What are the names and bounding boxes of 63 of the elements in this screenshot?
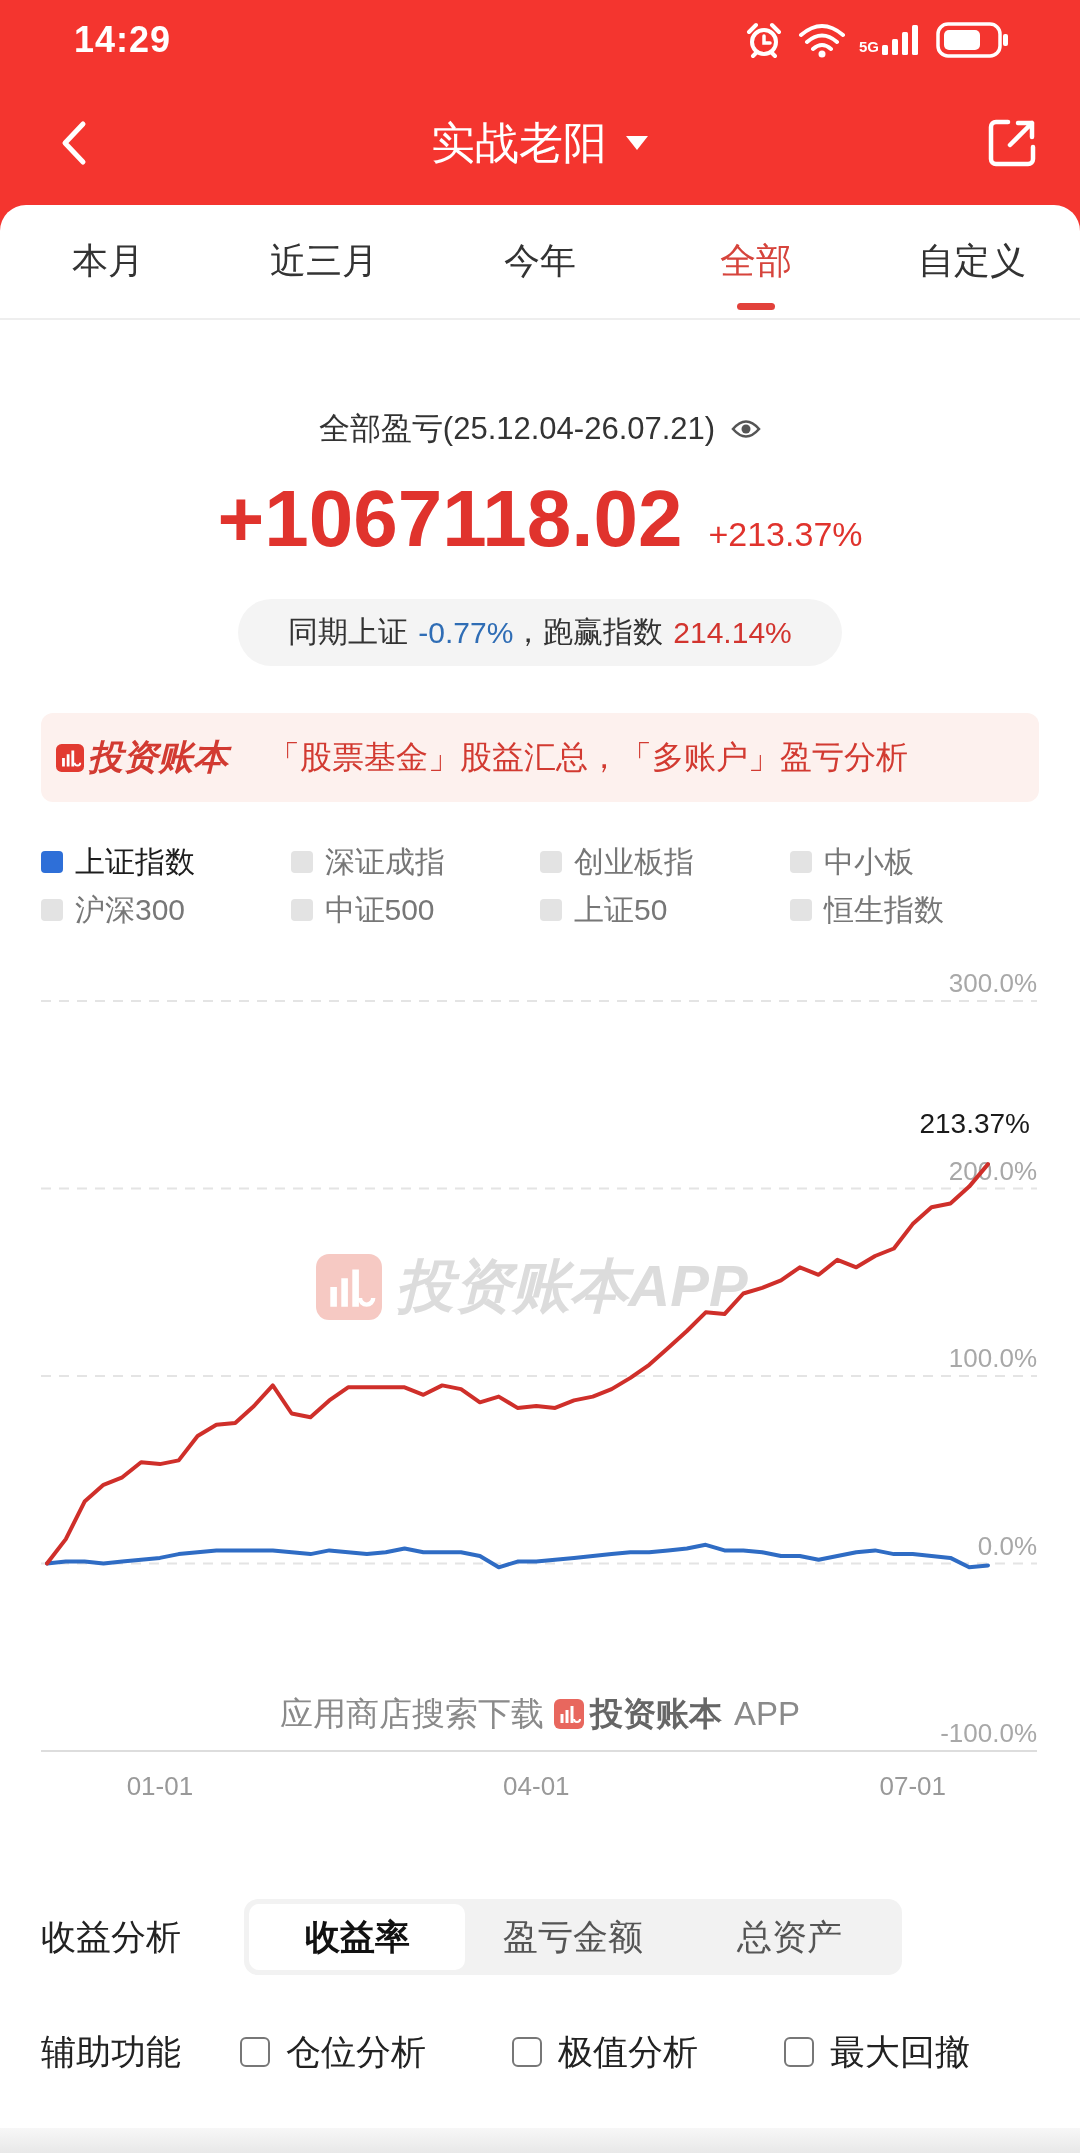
battery-icon	[936, 22, 1010, 58]
legend-swatch-icon[interactable]	[540, 851, 562, 873]
period-tab[interactable]: 本月	[0, 205, 216, 318]
comparison-label: 同期上证	[288, 614, 409, 650]
segment-option[interactable]: 收益率	[249, 1904, 465, 1970]
signal-icon	[880, 23, 920, 57]
legend-swatch-icon[interactable]	[41, 851, 63, 873]
period-tab[interactable]: 今年	[432, 205, 648, 318]
legend-swatch-icon[interactable]	[41, 899, 63, 921]
legend-swatch-icon[interactable]	[540, 899, 562, 921]
period-tab[interactable]: 自定义	[864, 205, 1080, 318]
end-value-label: 213.37%	[919, 1108, 1030, 1140]
promo-brand: 投资账本	[589, 1693, 722, 1734]
alarm-clock-icon	[745, 21, 783, 59]
comparison-value: -0.77%	[418, 615, 514, 650]
legend-swatch-icon[interactable]	[789, 899, 812, 921]
y-axis-label: -100.0%	[940, 1718, 1037, 1748]
x-axis-label: 01-01	[126, 1771, 194, 1801]
legend-swatch-icon[interactable]	[789, 851, 812, 873]
period-tab[interactable]: 近三月	[216, 205, 432, 318]
promo-logo-icon	[553, 1699, 584, 1729]
checkbox[interactable]	[784, 2037, 814, 2067]
watermark-logo-icon	[316, 1254, 383, 1320]
legend-label[interactable]: 沪深300	[75, 889, 186, 931]
comparison-value: 214.14%	[673, 615, 792, 650]
y-axis-label: 300.0%	[948, 968, 1037, 998]
comparison-label: ，跑赢指数	[513, 614, 664, 650]
y-axis-label: 0.0%	[977, 1530, 1037, 1561]
x-axis-label: 07-01	[879, 1771, 946, 1801]
legend-swatch-icon[interactable]	[290, 851, 313, 873]
checkbox-label[interactable]: 最大回撤	[830, 2028, 970, 2076]
promo-text: 应用商店搜索下载	[279, 1693, 544, 1734]
app-logo-icon	[56, 743, 84, 772]
caret-icon	[625, 134, 649, 151]
y-axis-label: 100.0%	[948, 1343, 1037, 1373]
eye-icon[interactable]	[731, 418, 762, 440]
period-tab[interactable]: 全部	[648, 205, 864, 318]
legend-label[interactable]: 深证成指	[324, 841, 445, 883]
section-label: 收益分析	[41, 1915, 182, 1958]
checkbox-label[interactable]: 仓位分析	[286, 2028, 426, 2076]
legend-label[interactable]: 中小板	[823, 841, 914, 883]
account-selector[interactable]: 实战老阳	[431, 114, 649, 171]
legend-swatch-icon[interactable]	[290, 899, 313, 921]
summary-title: 全部盈亏(25.12.04-26.07.21)	[318, 410, 716, 448]
legend-label[interactable]: 创业板指	[574, 841, 694, 883]
checkbox[interactable]	[240, 2037, 270, 2067]
banner-text: 「股票基金」股益汇总，「多账户」盈亏分析	[268, 737, 908, 777]
legend-label[interactable]: 上证指数	[75, 841, 195, 883]
legend-label[interactable]: 恒生指数	[823, 889, 944, 931]
wifi-icon	[797, 21, 847, 59]
checkbox-label[interactable]: 极值分析	[558, 2028, 698, 2076]
segment-option[interactable]: 总资产	[681, 1904, 897, 1970]
profit-amount: +1067118.02	[217, 473, 683, 565]
segment-option[interactable]: 盈亏金额	[465, 1904, 681, 1970]
promo-app-label: APP	[733, 1695, 800, 1733]
legend-label[interactable]: 中证500	[324, 889, 435, 931]
checkbox[interactable]	[512, 2037, 542, 2067]
profit-rate: +213.37%	[708, 515, 863, 554]
network-type: 5G	[859, 39, 879, 54]
legend-label[interactable]: 上证50	[574, 889, 668, 931]
status-time: 14:29	[74, 19, 172, 61]
x-axis-label: 04-01	[503, 1771, 570, 1801]
section-label: 辅助功能	[41, 2030, 182, 2073]
